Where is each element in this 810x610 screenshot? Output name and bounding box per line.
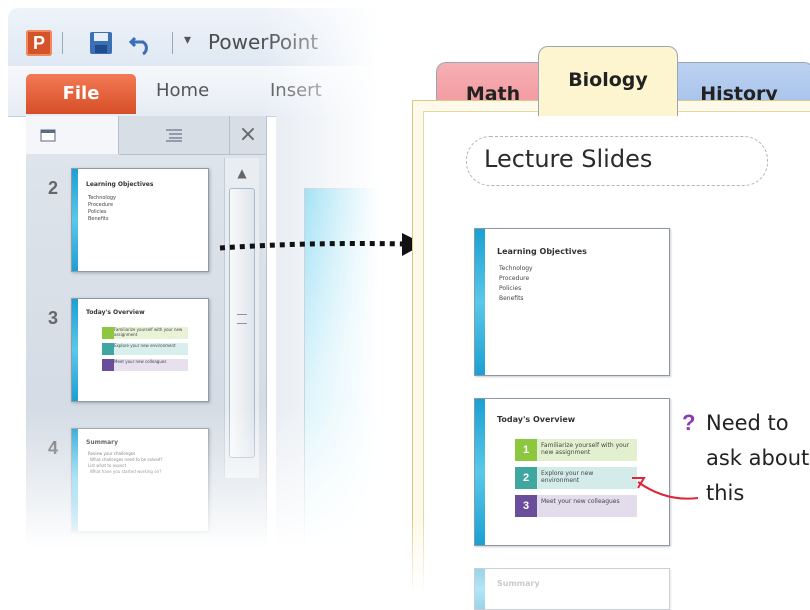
item-number-box: 2 [515,467,537,489]
customize-toolbar-icon[interactable]: ▾ [184,32,191,48]
slide-bullet: What challenges need to be solved? [90,457,163,462]
item-text: Familiarize yourself with your new assig… [537,439,637,461]
item-number-box: 1 [515,439,537,461]
slide-accent-strip [72,429,78,531]
pasted-slide-image[interactable]: Summary [474,568,670,610]
app-title: PowerPoint [208,30,319,54]
slide-bullet: Benefits [88,216,109,222]
slide-bullet: Procedure [499,275,530,282]
slide-thumbnail[interactable]: Learning Objectives Technology Procedure… [71,168,209,272]
annotation-arrow-icon [632,477,699,500]
powerpoint-logo-icon[interactable]: P [26,30,52,56]
powerpoint-window: P ▾ PowerPoint File Home Insert × 2 Lear… [8,8,380,548]
pane-tabs: × [26,116,266,155]
item-number-box [102,343,114,355]
slide-accent-strip [475,569,485,609]
slide-title: Summary [86,439,119,446]
slide-title: Learning Objectives [86,181,154,188]
slide-accent-strip [475,399,485,545]
tab-insert[interactable]: Insert [270,80,322,101]
item-bar: Familiarize yourself with your new assig… [114,327,188,339]
slides-view-icon [40,129,56,142]
handwritten-note[interactable]: Need to ask about this [706,406,809,511]
vertical-scrollbar[interactable]: ▲ [224,158,259,478]
tab-outline[interactable] [119,116,230,155]
tab-slides[interactable] [26,116,119,154]
note-line: ask about [706,446,810,470]
dotted-arrow-icon [219,233,424,256]
item-bar: Meet your new colleagues [114,359,188,371]
tab-biology[interactable]: Biology [538,46,678,116]
slide-thumbnail[interactable]: Today's Overview Familiarize yourself wi… [71,298,209,402]
slide-accent-strip [72,299,78,401]
slide-title: Today's Overview [497,415,576,424]
slide-title: Today's Overview [86,309,145,316]
question-tag-icon[interactable]: ? [682,410,695,436]
slide-bullet: Policies [499,285,522,292]
slide-bullet: Procedure [88,202,114,208]
slide-bullet: Benefits [499,295,524,302]
item-number-box [102,359,114,371]
undo-icon[interactable] [128,30,154,56]
slide-title: Learning Objectives [497,247,587,256]
slide-number: 2 [48,178,59,198]
slide-title: Summary [497,579,540,588]
note-line: this [706,481,745,505]
slide-bullet: Review your challenges [88,451,136,456]
slide-bullet: Policies [88,209,107,215]
toolbar-divider [172,32,173,54]
slide-bullet: List what to expect [88,463,127,468]
slide-bullet: Technology [499,265,533,272]
slide-accent-strip [72,169,78,271]
tab-file[interactable]: File [26,74,136,114]
item-text: Explore your new environment [537,467,637,489]
pasted-slide-image[interactable]: Learning Objectives Technology Procedure… [474,228,670,376]
quick-access-toolbar [8,8,380,66]
slide-accent-strip [475,229,485,375]
item-number-box [102,327,114,339]
item-text: Meet your new colleagues [537,495,637,517]
note-line: Need to [706,411,789,435]
tab-home[interactable]: Home [156,80,209,101]
scroll-up-icon[interactable]: ▲ [225,166,259,180]
page-title[interactable]: Lecture Slides [484,145,652,173]
slide-number: 4 [48,438,59,458]
outline-view-icon [166,129,182,142]
save-icon[interactable] [88,30,114,56]
slide-bullet: Technology [88,195,117,201]
slide-thumbnail[interactable]: Summary Review your challenges What chal… [71,428,209,532]
slide-number: 3 [48,308,59,328]
grip-icon [237,314,247,324]
slide-bullet: What have you started working on? [90,469,162,474]
item-bar: Explore your new environment [114,343,188,355]
toolbar-divider [62,32,63,54]
close-pane-icon[interactable]: × [230,116,266,155]
item-number-box: 3 [515,495,537,517]
